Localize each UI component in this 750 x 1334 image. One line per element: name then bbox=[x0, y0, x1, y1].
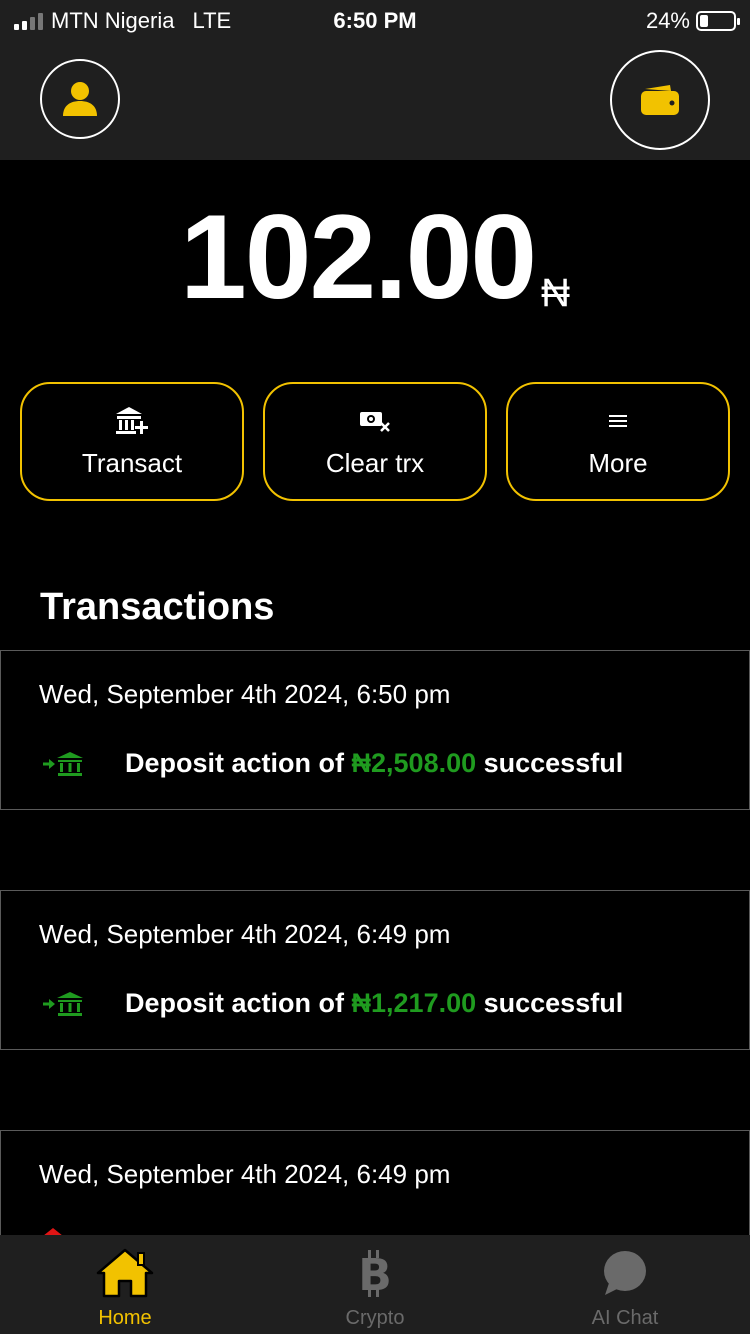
nav-crypto[interactable]: B Crypto bbox=[250, 1235, 500, 1334]
transaction-item[interactable]: Wed, September 4th 2024, 6:50 pm Deposit… bbox=[0, 650, 750, 810]
clear-trx-button[interactable]: Clear trx bbox=[263, 382, 487, 501]
nav-ai-chat-label: AI Chat bbox=[591, 1307, 659, 1329]
transact-label: Transact bbox=[81, 448, 183, 478]
nav-crypto-label: Crypto bbox=[345, 1307, 405, 1329]
transaction-date: Wed, September 4th 2024, 6:49 pm bbox=[39, 919, 451, 949]
money-clear-icon bbox=[360, 412, 390, 432]
menu-icon bbox=[609, 415, 627, 427]
transaction-message: Deposit action of ₦1,217.00 successful bbox=[125, 988, 623, 1019]
message-suffix: successful bbox=[476, 748, 624, 778]
battery-percent: 24% bbox=[645, 8, 690, 33]
transaction-item[interactable]: Wed, September 4th 2024, 6:49 pm Deposit… bbox=[0, 890, 750, 1050]
clear-trx-label: Clear trx bbox=[325, 448, 425, 478]
nav-home[interactable]: Home bbox=[0, 1235, 250, 1334]
deposit-bank-icon bbox=[43, 751, 83, 776]
bitcoin-icon: B bbox=[358, 1250, 392, 1299]
balance-display: 102.00 ₦ bbox=[0, 188, 750, 326]
battery-status: 24% bbox=[645, 8, 740, 34]
wallet-button[interactable] bbox=[610, 50, 710, 150]
chat-icon bbox=[604, 1251, 646, 1295]
deposit-bank-icon bbox=[43, 991, 83, 1016]
wallet-icon bbox=[641, 85, 679, 115]
app-header: MTN Nigeria LTE 6:50 PM 24% bbox=[0, 0, 750, 160]
more-label: More bbox=[588, 448, 648, 478]
bank-plus-icon bbox=[116, 407, 148, 434]
message-prefix: Deposit action of bbox=[125, 988, 352, 1018]
transaction-amount: ₦1,217.00 bbox=[351, 988, 477, 1018]
svg-text:B: B bbox=[358, 1250, 392, 1299]
nav-home-label: Home bbox=[98, 1307, 152, 1329]
bottom-navigation: Home B Crypto AI Chat bbox=[0, 1235, 750, 1334]
transact-button[interactable]: Transact bbox=[20, 382, 244, 501]
message-prefix: Deposit action of bbox=[125, 748, 352, 778]
nav-ai-chat[interactable]: AI Chat bbox=[500, 1235, 750, 1334]
transaction-amount: ₦2,508.00 bbox=[351, 748, 477, 778]
transaction-date: Wed, September 4th 2024, 6:50 pm bbox=[39, 679, 451, 709]
status-bar: MTN Nigeria LTE 6:50 PM 24% bbox=[0, 0, 750, 40]
balance-amount: 102.00 bbox=[180, 190, 537, 324]
transaction-date: Wed, September 4th 2024, 6:49 pm bbox=[39, 1159, 451, 1189]
user-icon bbox=[63, 82, 97, 116]
battery-icon bbox=[696, 11, 740, 31]
home-icon bbox=[96, 1248, 154, 1298]
transactions-title: Transactions bbox=[40, 586, 275, 628]
clock: 6:50 PM bbox=[333, 8, 417, 33]
message-suffix: successful bbox=[476, 988, 624, 1018]
currency-symbol: ₦ bbox=[541, 271, 570, 315]
more-button[interactable]: More bbox=[506, 382, 730, 501]
transaction-message: Deposit action of ₦2,508.00 successful bbox=[125, 748, 623, 779]
action-buttons: Transact Clear trx More bbox=[20, 382, 730, 501]
profile-button[interactable] bbox=[40, 59, 120, 139]
